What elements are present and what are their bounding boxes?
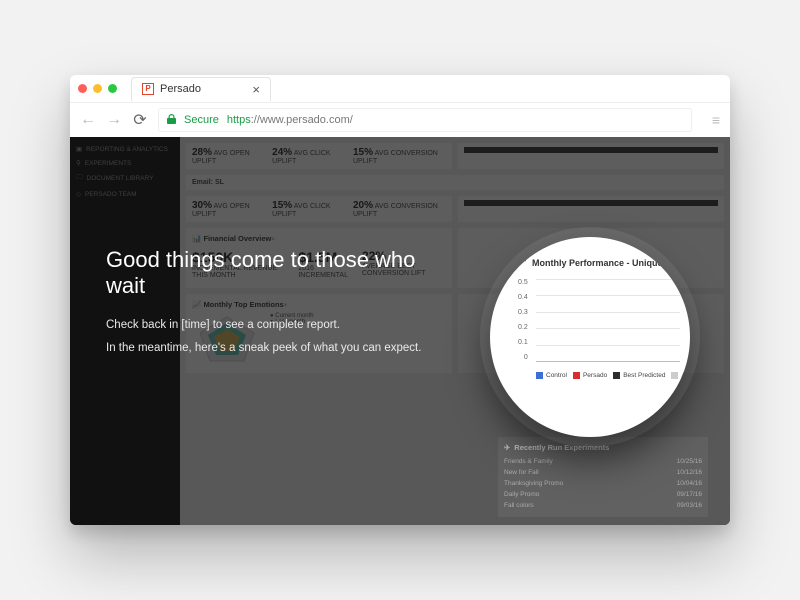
metric-row: 30% AVG OPEN UPLIFT 15% AVG CLICK UPLIFT… xyxy=(186,196,452,222)
sidebar-item[interactable]: ◇ PERSADO TEAM xyxy=(76,190,174,198)
lock-icon xyxy=(167,114,176,127)
maximize-window-icon[interactable] xyxy=(108,84,117,93)
back-button[interactable]: ← xyxy=(80,111,96,129)
browser-chrome: P Persado × ← → ⟳ Secure https://www.per… xyxy=(70,75,730,138)
list-item[interactable]: Fall colors09/03/16 xyxy=(504,500,702,511)
line-chart-icon xyxy=(516,257,526,269)
close-tab-icon[interactable]: × xyxy=(252,82,260,97)
list-item[interactable]: Thanksgiving Promo10/04/16 xyxy=(504,478,702,489)
legend-item: Control xyxy=(536,372,567,379)
reload-button[interactable]: ⟳ xyxy=(132,110,148,130)
y-axis: 0.5 0.4 0.3 0.2 0.1 0 xyxy=(518,279,528,361)
recent-experiments: ✈Recently Run Experiments Friends & Fami… xyxy=(498,437,708,517)
chart-legend: Control Persado Best Predicted Avg Uplif… xyxy=(536,372,680,379)
url-protocol: https xyxy=(227,114,251,126)
minimize-window-icon[interactable] xyxy=(93,84,102,93)
campaign-bar xyxy=(458,196,724,222)
spotlight: Monthly Performance - Unique Open Rate 0… xyxy=(490,237,690,437)
window-controls xyxy=(78,84,117,93)
browser-tab[interactable]: P Persado × xyxy=(131,77,271,101)
close-icon[interactable]: × xyxy=(271,237,275,243)
close-window-icon[interactable] xyxy=(78,84,87,93)
address-bar[interactable]: Secure https://www.persado.com/ xyxy=(158,108,692,132)
page-viewport: ▣ REPORTING & ANALYTICS ⚲ EXPERIMENTS 🗀 … xyxy=(70,137,730,525)
list-item[interactable]: New for Fall10/12/16 xyxy=(504,467,702,478)
sidebar-item[interactable]: ⚲ EXPERIMENTS xyxy=(76,159,174,167)
url-path: ://www.persado.com/ xyxy=(251,114,353,126)
legend-item: Best Predicted xyxy=(613,372,665,379)
legend-item: Avg Uplift xyxy=(671,372,690,379)
overlay-line1: Check back in [time] to see a complete r… xyxy=(106,317,460,334)
overlay-line2: In the meantime, here's a sneak peek of … xyxy=(106,340,460,357)
campaign-bar xyxy=(458,143,724,169)
email-metric-row: Email: SL xyxy=(186,175,724,190)
legend-swatch xyxy=(671,372,678,379)
overlay-headline: Good things come to those who wait xyxy=(106,247,460,299)
paper-plane-icon: ✈ xyxy=(504,443,510,452)
metric-row: 28% AVG OPEN UPLIFT 24% AVG CLICK UPLIFT… xyxy=(186,143,452,169)
secure-label: Secure xyxy=(184,114,219,126)
list-item[interactable]: Friends & Family10/25/16 xyxy=(504,456,702,467)
legend-swatch xyxy=(536,372,543,379)
sidebar-item[interactable]: 🗀 DOCUMENT LIBRARY xyxy=(76,173,174,184)
legend-swatch xyxy=(573,372,580,379)
sidebar-item[interactable]: ▣ REPORTING & ANALYTICS xyxy=(76,145,174,153)
legend-swatch xyxy=(613,372,620,379)
chart-area: 0.5 0.4 0.3 0.2 0.1 0 xyxy=(520,279,680,379)
chart-grid xyxy=(536,279,680,361)
tab-bar: P Persado × xyxy=(70,75,730,103)
spotlight-title: Monthly Performance - Unique Open Rate xyxy=(516,257,676,269)
toolbar: ← → ⟳ Secure https://www.persado.com/ ≡ xyxy=(70,103,730,137)
forward-button[interactable]: → xyxy=(106,111,122,129)
menu-icon[interactable]: ≡ xyxy=(712,112,720,128)
list-item[interactable]: Daily Promo09/17/16 xyxy=(504,489,702,500)
legend-item: Persado xyxy=(573,372,607,379)
overlay-copy: Good things come to those who wait Check… xyxy=(106,247,460,364)
favicon-icon: P xyxy=(142,83,154,95)
tab-title: Persado xyxy=(160,83,201,95)
browser-window: P Persado × ← → ⟳ Secure https://www.per… xyxy=(70,75,730,525)
